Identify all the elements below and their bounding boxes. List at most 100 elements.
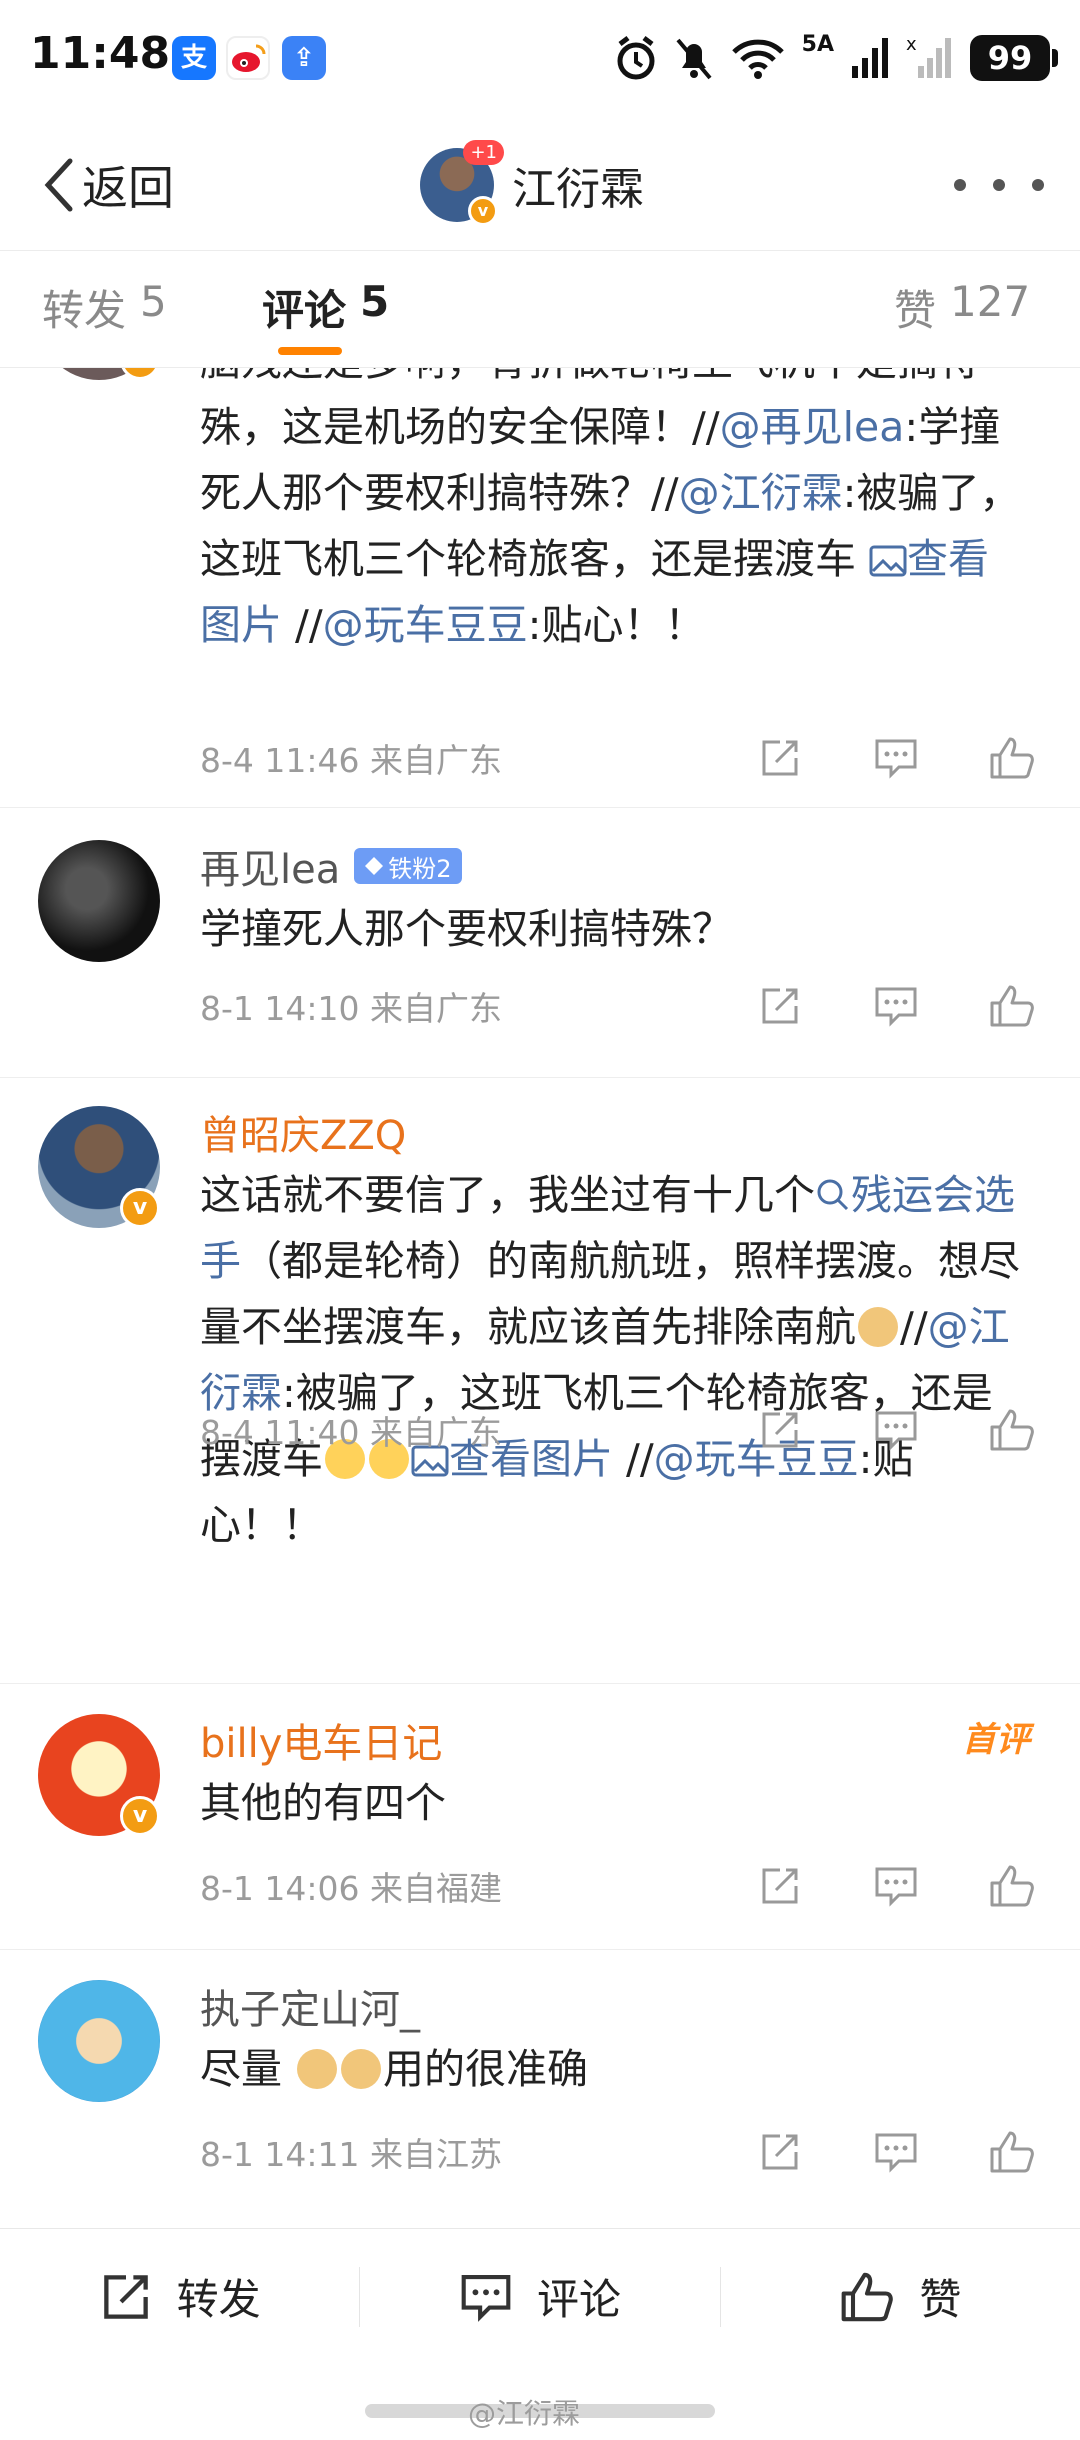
header-profile[interactable]: +1 v 江衍霖 [420, 140, 644, 228]
fan-badge: 铁粉2 [354, 848, 462, 884]
username[interactable]: billy电车日记 [200, 1711, 442, 1769]
reply-icon[interactable] [868, 730, 924, 786]
text-segment: // [282, 601, 323, 649]
comment-list[interactable]: v 脑残还是多啊，骨折做轮椅坐飞机不是搞特殊，这是机场的安全保障！//@再见le… [0, 368, 1080, 2228]
avatar[interactable]: v [38, 1106, 160, 1228]
comment-actions [752, 730, 1040, 786]
verified-icon: v [468, 196, 498, 226]
username[interactable]: 执子定山河_ [200, 1977, 420, 2035]
comment-text: 尽量 用的很准确 [200, 2036, 1030, 2102]
share-icon[interactable] [752, 1402, 808, 1458]
reply-icon[interactable] [868, 978, 924, 1034]
comment-meta-row: 8-1 14:10 来自广东 [200, 976, 1040, 1036]
share-icon[interactable] [752, 1858, 808, 1914]
comment-content: 执子定山河_ 尽量 用的很准确 [200, 1976, 1030, 2102]
like-button[interactable]: 赞 [721, 2229, 1080, 2364]
comment-meta: 8-4 11:46 来自广东 [200, 741, 502, 780]
tab-likes[interactable]: 赞 127 [894, 277, 1030, 338]
signal-icon [852, 38, 888, 78]
mention-link[interactable]: @再见lea [720, 403, 905, 451]
text-segment: 学撞死人那个要权利搞特殊？ [200, 905, 733, 953]
comment-meta-row: 8-1 14:11 来自江苏 [200, 2122, 1040, 2182]
comment-actions [752, 2124, 1040, 2180]
comment-actions [752, 978, 1040, 1034]
thumbs-up-icon [841, 2272, 894, 2321]
network-type: 5A [801, 32, 834, 57]
comment-item: 再见lea 铁粉2 学撞死人那个要权利搞特殊？ 8-1 14:10 来自广东 [0, 808, 1080, 1078]
comment-item: v 曾昭庆ZZQ 这话就不要信了，我坐过有十几个 残运会选手（都是轮椅）的南航航班… [0, 1078, 1080, 1684]
reply-icon[interactable] [868, 1402, 924, 1458]
wifi-icon [731, 39, 784, 79]
avatar[interactable] [38, 1980, 160, 2102]
user-line: 再见lea 铁粉2 [200, 836, 1030, 896]
repost-button[interactable]: 转发 [0, 2229, 359, 2364]
verified-icon: v [120, 1796, 160, 1836]
tab-count: 127 [950, 277, 1031, 326]
status-indicators: 5A x 99 [614, 30, 1058, 86]
mention-link[interactable]: @江衍霖 [679, 469, 843, 517]
avatar-notification-badge: +1 [463, 140, 504, 165]
reply-icon[interactable] [868, 2124, 924, 2180]
comment-meta: 8-1 14:11 来自江苏 [200, 2135, 502, 2174]
diamond-icon [365, 857, 384, 875]
upload-icon: ⇪ [282, 36, 326, 80]
like-icon[interactable] [984, 2124, 1040, 2180]
dot-icon [954, 179, 966, 191]
like-icon[interactable] [984, 730, 1040, 786]
tab-label: 评论 [262, 286, 347, 335]
username[interactable]: 曾昭庆ZZQ [200, 1103, 406, 1161]
more-options-button[interactable] [954, 160, 1044, 210]
battery-indicator: 99 [970, 35, 1058, 81]
weibo-icon [226, 36, 270, 80]
avatar[interactable]: v [38, 368, 160, 380]
top-nav: 返回 +1 v 江衍霖 [0, 120, 1080, 250]
comment-text: 这话就不要信了，我坐过有十几个 残运会选手（都是轮椅）的南航航班，照样摆渡。想尽量… [200, 1162, 1030, 1558]
user-line: 曾昭庆ZZQ [200, 1102, 1030, 1162]
share-icon[interactable] [752, 2124, 808, 2180]
comment-item: 执子定山河_ 尽量 用的很准确 8-1 14:11 来自江苏 [0, 1950, 1080, 2228]
dot-icon [1032, 179, 1044, 191]
verified-icon: v [120, 1188, 160, 1228]
comment-label: 评论 [536, 2275, 621, 2324]
like-icon[interactable] [984, 1858, 1040, 1914]
comment-actions [752, 1402, 1040, 1458]
like-icon[interactable] [984, 1402, 1040, 1458]
mute-bell-icon [676, 38, 712, 80]
comment-icon [461, 2274, 511, 2322]
reply-icon[interactable] [868, 1858, 924, 1914]
user-line: billy电车日记 [200, 1710, 1030, 1770]
username[interactable]: 再见lea [200, 837, 340, 895]
tab-label: 转发 [42, 286, 127, 335]
mention-link[interactable]: @玩车豆豆 [323, 601, 528, 649]
tab-count: 5 [140, 277, 167, 326]
share-icon[interactable] [752, 730, 808, 786]
page-title: 江衍霖 [512, 164, 644, 215]
text-segment: :贴心！！ [527, 601, 706, 649]
comment-meta-row: 8-4 11:40 来自广东 [200, 1400, 1040, 1460]
text-segment: // [900, 1303, 928, 1351]
tab-comments[interactable]: 评论 5 [262, 277, 389, 338]
repost-icon [103, 2274, 148, 2319]
comment-meta: 8-1 14:10 来自广东 [200, 989, 502, 1028]
text-segment: 这话就不要信了，我坐过有十几个 [200, 1171, 815, 1219]
comment-meta-row: 8-1 14:06 来自福建 [200, 1856, 1040, 1916]
comment-content: 脑残还是多啊，骨折做轮椅坐飞机不是搞特殊，这是机场的安全保障！//@再见lea:… [200, 368, 1030, 658]
image-icon [869, 545, 907, 577]
alarm-icon [617, 36, 655, 80]
signal-weak-icon: x [906, 34, 951, 78]
avatar[interactable] [38, 840, 160, 962]
comment-text: 学撞死人那个要权利搞特殊？ [200, 896, 1030, 962]
share-icon[interactable] [752, 978, 808, 1034]
text-segment: 尽量 [200, 2045, 296, 2093]
avatar[interactable]: v [38, 1714, 160, 1836]
tab-repost[interactable]: 转发 5 [42, 277, 167, 338]
like-icon[interactable] [984, 978, 1040, 1034]
back-button[interactable]: 返回 [40, 150, 174, 220]
comment-item: v 脑残还是多啊，骨折做轮椅坐飞机不是搞特殊，这是机场的安全保障！//@再见le… [0, 368, 1080, 808]
avatar[interactable]: +1 v [420, 140, 504, 226]
doge-emoji-icon [858, 1307, 898, 1347]
svg-text:x: x [906, 34, 917, 55]
comment-content: 曾昭庆ZZQ 这话就不要信了，我坐过有十几个 残运会选手（都是轮椅）的南航航班，照… [200, 1102, 1030, 1558]
comment-button[interactable]: 评论 [360, 2229, 719, 2364]
active-tab-indicator [278, 347, 342, 355]
